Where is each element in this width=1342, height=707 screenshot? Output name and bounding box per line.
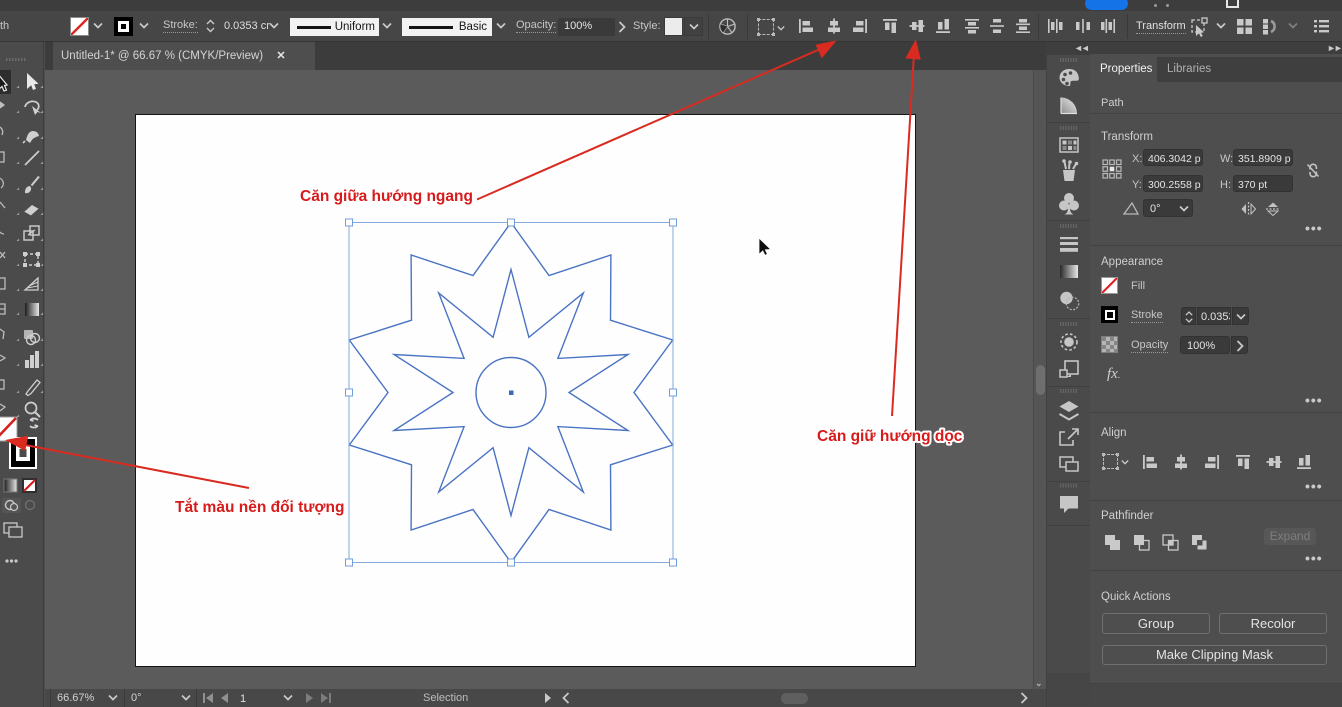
svg-text:Căn giữa hướng ngang: Căn giữa hướng ngang [300,188,473,205]
svg-text:Tắt màu nền đối tượng: Tắt màu nền đối tượng [175,498,345,516]
svg-text:Căn giữ hướng dọc: Căn giữ hướng dọc [817,428,963,445]
